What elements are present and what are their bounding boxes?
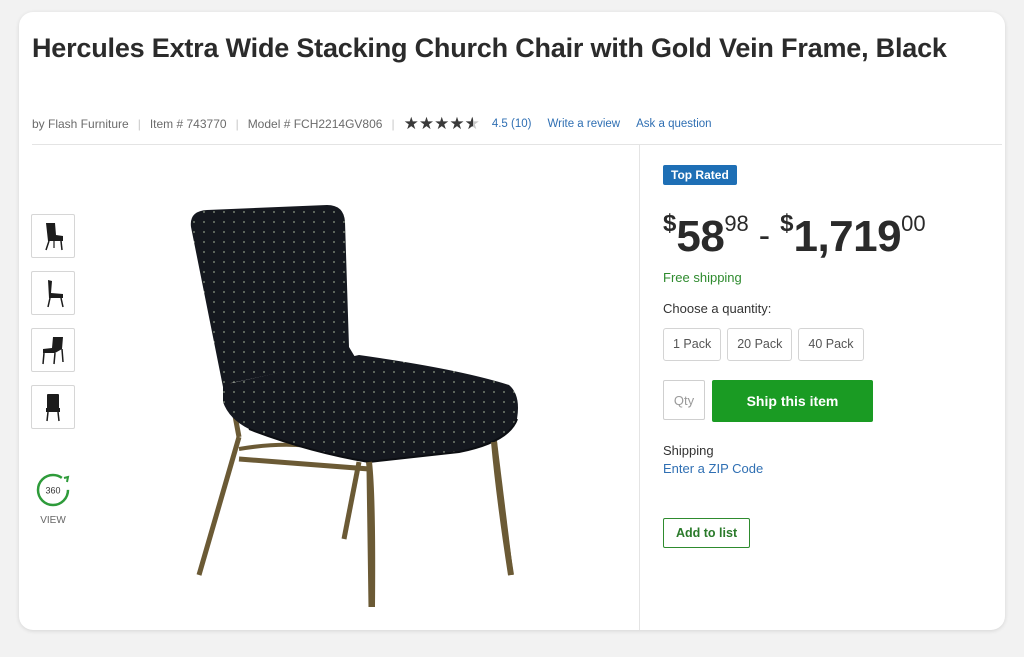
product-meta: by Flash Furniture | Item # 743770 | Mod… xyxy=(32,114,728,134)
free-shipping-label: Free shipping xyxy=(663,270,742,285)
view360-label: VIEW xyxy=(40,515,66,526)
model-number: Model # FCH2214GV806 xyxy=(247,117,383,131)
thumbnail-angle[interactable] xyxy=(31,328,75,372)
chair-back-icon xyxy=(46,394,60,422)
star-icon: ★ xyxy=(418,114,435,133)
rating-value: 4.5 xyxy=(491,118,508,130)
price-high-currency: $ xyxy=(780,210,794,237)
column-divider xyxy=(639,145,640,630)
add-to-list-button[interactable]: Add to list xyxy=(663,518,751,548)
pack-option-40[interactable]: 40 Pack xyxy=(798,328,864,361)
pack-options: 1 Pack 20 Pack 40 Pack xyxy=(663,328,870,361)
product-title: Hercules Extra Wide Stacking Church Chai… xyxy=(32,33,947,63)
price-range: $5898- $1,71900 xyxy=(663,210,926,262)
pack-option-20[interactable]: 20 Pack xyxy=(727,328,793,361)
header-divider xyxy=(32,144,1002,145)
write-review-link[interactable]: Write a review xyxy=(547,118,620,130)
chair-front-icon xyxy=(45,223,63,251)
price-separator: - xyxy=(758,217,771,255)
shipping-label: Shipping xyxy=(663,443,714,458)
thumbnail-side[interactable] xyxy=(31,271,75,315)
meta-separator: | xyxy=(235,117,239,131)
enter-zip-link[interactable]: Enter a ZIP Code xyxy=(663,461,763,476)
review-count: (10) xyxy=(511,118,532,130)
rating-summary[interactable]: 4.5 (10) xyxy=(492,118,532,130)
price-low-cents: 98 xyxy=(724,211,749,236)
top-rated-badge: Top Rated xyxy=(663,165,737,185)
thumbnail-list xyxy=(31,214,75,442)
view360-icon-text: 360 xyxy=(45,486,60,496)
quantity-input[interactable] xyxy=(663,380,705,420)
price-low-whole: 58 xyxy=(676,212,725,261)
meta-separator: | xyxy=(391,117,395,131)
chair-angle-icon xyxy=(42,337,64,365)
star-icon: ★ xyxy=(449,114,465,133)
price-high-whole: 1,719 xyxy=(793,212,902,261)
star-icon: ★ xyxy=(403,114,419,133)
thumbnail-back[interactable] xyxy=(31,385,75,429)
chair-image xyxy=(190,205,518,608)
product-card: Hercules Extra Wide Stacking Church Chai… xyxy=(19,12,1005,630)
brand-link[interactable]: by Flash Furniture xyxy=(32,117,129,131)
pack-option-1[interactable]: 1 Pack xyxy=(663,328,722,361)
chair-side-icon xyxy=(47,280,64,308)
product-image[interactable] xyxy=(159,197,539,622)
quantity-label: Choose a quantity: xyxy=(663,301,772,316)
price-low-currency: $ xyxy=(663,210,677,237)
thumbnail-front[interactable] xyxy=(31,214,75,258)
price-high-cents: 00 xyxy=(901,211,926,236)
item-number: Item # 743770 xyxy=(149,117,227,131)
view-360-button[interactable]: 360 VIEW xyxy=(33,472,73,526)
meta-separator: | xyxy=(137,117,141,131)
ship-this-item-button[interactable]: Ship this item xyxy=(712,380,873,422)
ask-question-link[interactable]: Ask a question xyxy=(636,118,711,130)
star-icon: ★ xyxy=(434,114,450,133)
rotate-360-icon: 360 xyxy=(36,473,70,507)
rating-stars[interactable]: ★ ★ ★ ★ ★ xyxy=(403,114,480,134)
half-star-icon: ★ xyxy=(465,115,480,134)
